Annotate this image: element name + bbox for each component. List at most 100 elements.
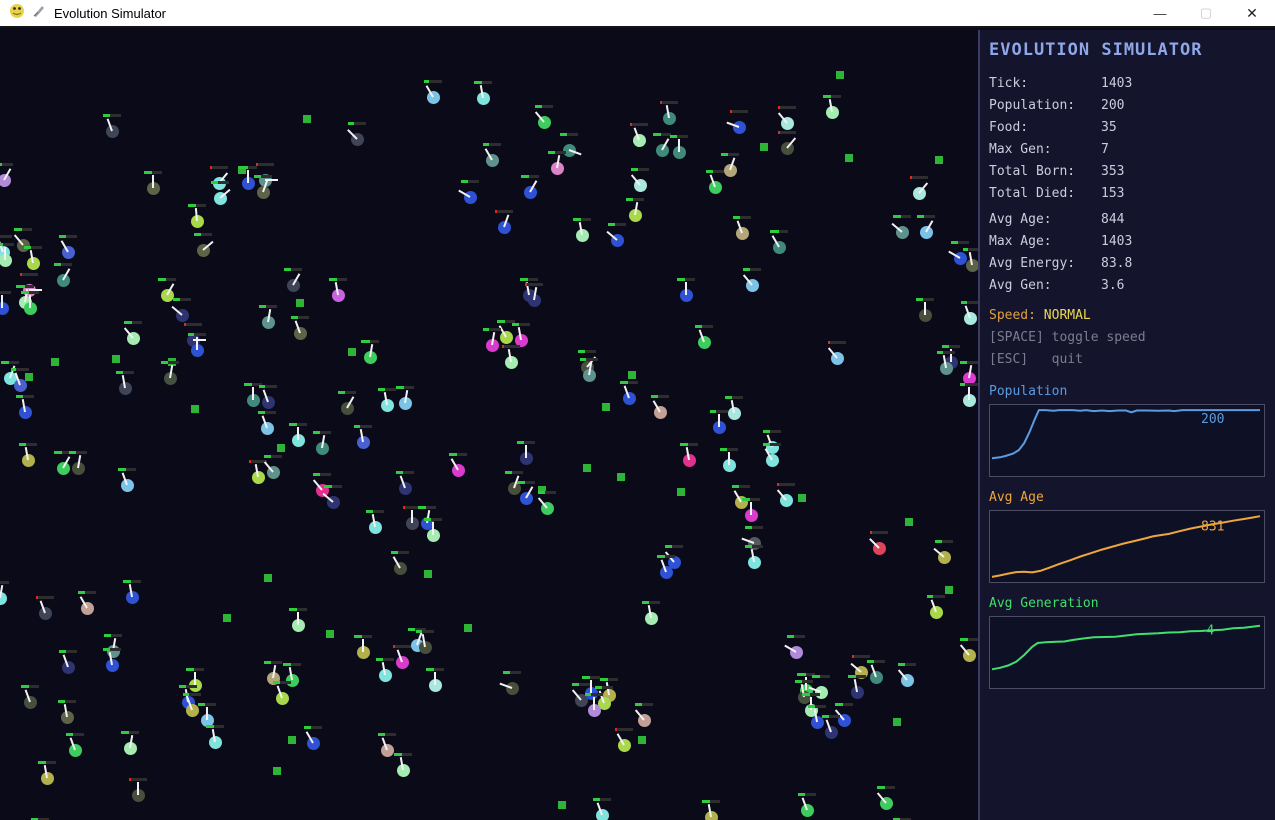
creature	[399, 482, 412, 495]
creature	[736, 227, 749, 240]
stat-label: Tick:	[989, 73, 1101, 95]
creature-energy-fill	[823, 95, 831, 98]
creature-energy-fill	[206, 725, 214, 728]
creature-energy-fill	[677, 278, 685, 281]
stat-row-population: Population:200	[989, 95, 1263, 117]
food-item	[617, 473, 625, 481]
creature-energy-fill	[424, 518, 431, 521]
creature-energy-fill	[69, 451, 76, 454]
creature	[801, 804, 814, 817]
creature-energy-fill	[578, 350, 585, 353]
chart-line	[992, 626, 1260, 670]
creature-energy-fill	[680, 443, 688, 446]
food-item	[798, 494, 806, 502]
creature-energy-bar	[186, 668, 204, 671]
creature-energy-fill	[123, 580, 131, 583]
creature-energy-fill	[121, 731, 129, 734]
creature-energy-bar	[188, 333, 206, 336]
creature-energy-bar	[680, 443, 698, 446]
stat-value: 200	[1101, 95, 1124, 117]
creature-heading-line	[924, 302, 926, 315]
creature-energy-fill	[59, 650, 66, 653]
stat-row-total-died: Total Died:153	[989, 183, 1263, 205]
creature-heading-line	[4, 247, 6, 260]
creature-energy-fill	[11, 368, 16, 371]
creature	[14, 379, 27, 392]
stat-label: Max Gen:	[989, 139, 1101, 161]
creature-energy-fill	[393, 645, 395, 648]
stat-label: Avg Gen:	[989, 275, 1101, 297]
creature-energy-bar	[179, 685, 197, 688]
creature-energy-bar	[206, 725, 224, 728]
creature-energy-bar	[348, 122, 366, 125]
creature-heading-line	[810, 697, 812, 710]
creature-energy-bar	[313, 431, 331, 434]
creature-energy-bar	[121, 731, 139, 734]
speed-value: NORMAL	[1044, 308, 1091, 323]
creature-energy-fill	[198, 703, 205, 706]
creature-energy-bar	[354, 635, 372, 638]
creature-heading-line	[411, 510, 413, 523]
creature-energy-bar	[593, 798, 611, 801]
creature-energy-bar	[917, 215, 935, 218]
creature-energy-bar	[258, 411, 276, 414]
creature-energy-fill	[630, 123, 632, 126]
creature-energy-bar	[129, 778, 147, 781]
creature-energy-fill	[418, 506, 426, 509]
creature-energy-fill	[651, 395, 658, 398]
creature	[964, 312, 977, 325]
creature-energy-bar	[870, 531, 888, 534]
creature-energy-bar	[573, 218, 591, 221]
creature-energy-fill	[808, 705, 815, 708]
creature-energy-bar	[963, 248, 978, 251]
creature-energy-bar	[59, 235, 77, 238]
minimize-button[interactable]: —	[1137, 0, 1183, 27]
creature-energy-fill	[183, 693, 189, 696]
creature-energy-bar	[502, 345, 520, 348]
creature-energy-fill	[733, 216, 740, 219]
creature-energy-bar	[183, 693, 201, 696]
creature-energy-fill	[961, 301, 967, 304]
creature-energy-bar	[725, 396, 743, 399]
creature-energy-fill	[324, 485, 332, 488]
creature-energy-fill	[284, 268, 291, 271]
creature-energy-fill	[935, 540, 942, 543]
creature-energy-fill	[763, 443, 770, 446]
creature-energy-fill	[812, 675, 820, 678]
creature-energy-fill	[573, 218, 581, 221]
creature-energy-bar	[198, 703, 216, 706]
creature-energy-fill	[877, 786, 885, 789]
creature-energy-bar	[828, 341, 846, 344]
creature-energy-bar	[580, 358, 598, 361]
stat-value: 35	[1101, 117, 1117, 139]
creature-heading-line	[152, 175, 154, 188]
creature-energy-bar	[960, 383, 978, 386]
creature-energy-fill	[378, 733, 385, 736]
creature-energy-fill	[732, 485, 739, 488]
creature-energy-fill	[517, 441, 524, 444]
creature-heading-line	[434, 672, 436, 685]
creature-energy-fill	[304, 726, 311, 729]
creature-energy-fill	[626, 198, 633, 201]
creature-energy-fill	[21, 291, 29, 294]
avg-age-chart: 831	[989, 510, 1265, 583]
chart-title-avg-age: Avg Age	[989, 490, 1263, 505]
creature	[815, 686, 828, 699]
creature-energy-fill	[129, 778, 131, 781]
food-item	[223, 614, 231, 622]
creature-energy-fill	[259, 305, 266, 308]
close-button[interactable]: ✕	[1229, 0, 1275, 27]
creature-heading-line	[525, 445, 527, 458]
avg-age-chart-section: Avg Age 831	[989, 490, 1263, 583]
creature-energy-fill	[795, 680, 802, 683]
creature-energy-bar	[770, 230, 788, 233]
creature-energy-fill	[870, 531, 872, 534]
creature-energy-bar	[103, 114, 121, 117]
stat-label: Max Age:	[989, 231, 1101, 253]
maximize-button[interactable]: ▢	[1183, 0, 1229, 27]
creature-energy-fill	[742, 498, 750, 501]
creature-energy-bar	[935, 540, 953, 543]
creature-energy-fill	[620, 381, 628, 384]
creature-energy-bar	[852, 655, 870, 658]
creature-energy-fill	[426, 668, 434, 671]
